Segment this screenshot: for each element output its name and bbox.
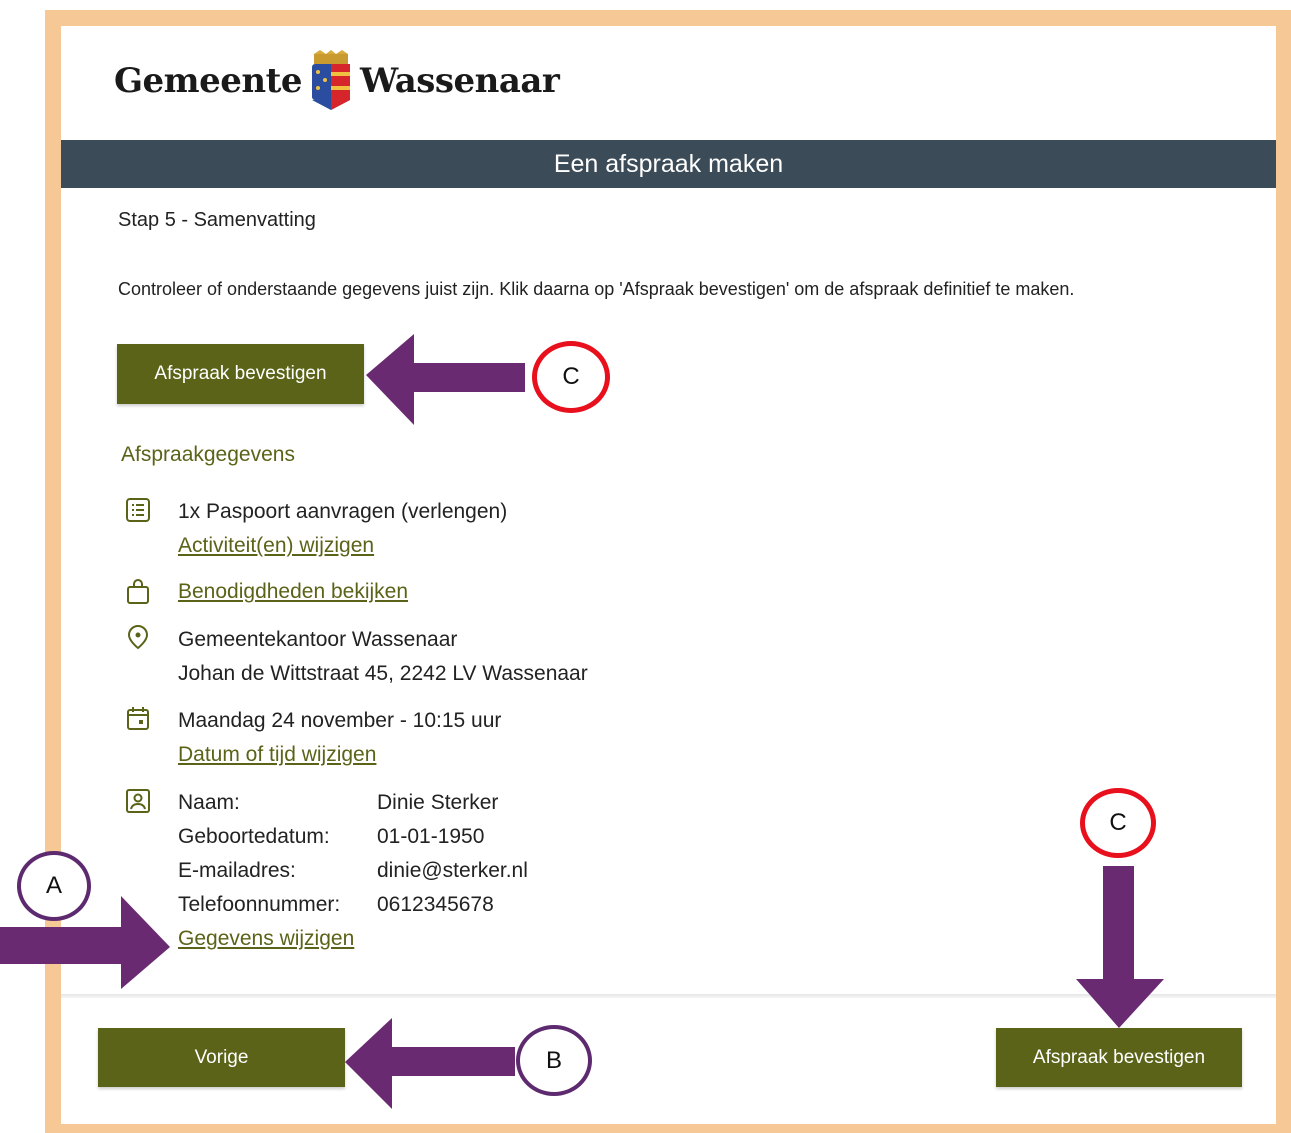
view-requirements-link[interactable]: Benodigdheden bekijken [178, 575, 408, 609]
list-icon [126, 498, 150, 522]
detail-row: Geboortedatum: 01-01-1950 [178, 820, 528, 854]
detail-label: Telefoonnummer: [178, 893, 341, 916]
arrow-to-previous [345, 1018, 515, 1109]
confirm-appointment-button-top[interactable]: Afspraak bevestigen [117, 344, 364, 404]
page-title: Een afspraak maken [553, 149, 784, 178]
arrow-to-confirm-top [366, 334, 525, 425]
change-datetime-link[interactable]: Datum of tijd wijzigen [178, 738, 501, 772]
footer-divider [61, 994, 1276, 998]
requirements-item: Benodigdheden bekijken [178, 575, 408, 609]
contact-icon [126, 789, 150, 813]
activity-text: 1x Paspoort aanvragen (verlengen) [178, 500, 508, 523]
calendar-icon [127, 707, 149, 730]
detail-value: 0612345678 [377, 893, 494, 916]
change-activity-link[interactable]: Activiteit(en) wijzigen [178, 529, 507, 563]
detail-row: Naam: Dinie Sterker [178, 786, 528, 820]
detail-value: Dinie Sterker [377, 791, 499, 814]
frame-top [45, 10, 1291, 26]
logo-text-left: Gemeente [114, 61, 302, 101]
annotation-badge-b: B [516, 1025, 592, 1096]
datetime-item: Maandag 24 november - 10:15 uur Datum of… [178, 704, 501, 772]
location-name: Gemeentekantoor Wassenaar [178, 628, 458, 651]
location-pin-icon [127, 624, 149, 650]
logo-text-right: Wassenaar [359, 61, 560, 101]
detail-row: Telefoonnummer: 0612345678 [178, 888, 528, 922]
frame-left [45, 10, 61, 1133]
previous-button[interactable]: Vorige [98, 1028, 345, 1087]
datetime-text: Maandag 24 november - 10:15 uur [178, 709, 502, 732]
page-header-bar: Een afspraak maken [61, 140, 1276, 188]
step-title: Stap 5 - Samenvatting [118, 209, 316, 231]
detail-row: E-mailadres: dinie@sterker.nl [178, 854, 528, 888]
detail-value: dinie@sterker.nl [377, 859, 528, 882]
location-item: Gemeentekantoor Wassenaar Johan de Witts… [178, 623, 588, 691]
arrow-to-change-details [0, 896, 170, 989]
personal-details: Naam: Dinie Sterker Geboortedatum: 01-01… [178, 786, 528, 956]
change-details-link[interactable]: Gegevens wijzigen [178, 922, 528, 956]
section-heading: Afspraakgegevens [121, 443, 295, 466]
location-address: Johan de Wittstraat 45, 2242 LV Wassenaa… [178, 662, 588, 685]
annotation-badge-c-right: C [1080, 788, 1156, 858]
municipality-logo[interactable]: Gemeente Wassenaar [114, 50, 560, 112]
detail-label: Naam: [178, 791, 240, 814]
frame-right [1276, 10, 1291, 1133]
confirm-appointment-button-bottom[interactable]: Afspraak bevestigen [996, 1028, 1242, 1087]
detail-value: 01-01-1950 [377, 825, 485, 848]
activity-item: 1x Paspoort aanvragen (verlengen) Activi… [178, 495, 507, 563]
bag-icon [127, 579, 149, 604]
annotation-badge-c-top: C [532, 341, 610, 413]
frame-bottom [45, 1124, 1291, 1133]
crest-icon [311, 50, 350, 110]
instructions-text: Controleer of onderstaande gegevens juis… [118, 279, 1075, 299]
detail-label: Geboortedatum: [178, 825, 330, 848]
arrow-to-confirm-bottom [1076, 866, 1164, 1028]
detail-label: E-mailadres: [178, 859, 296, 882]
annotation-badge-a: A [17, 851, 91, 921]
